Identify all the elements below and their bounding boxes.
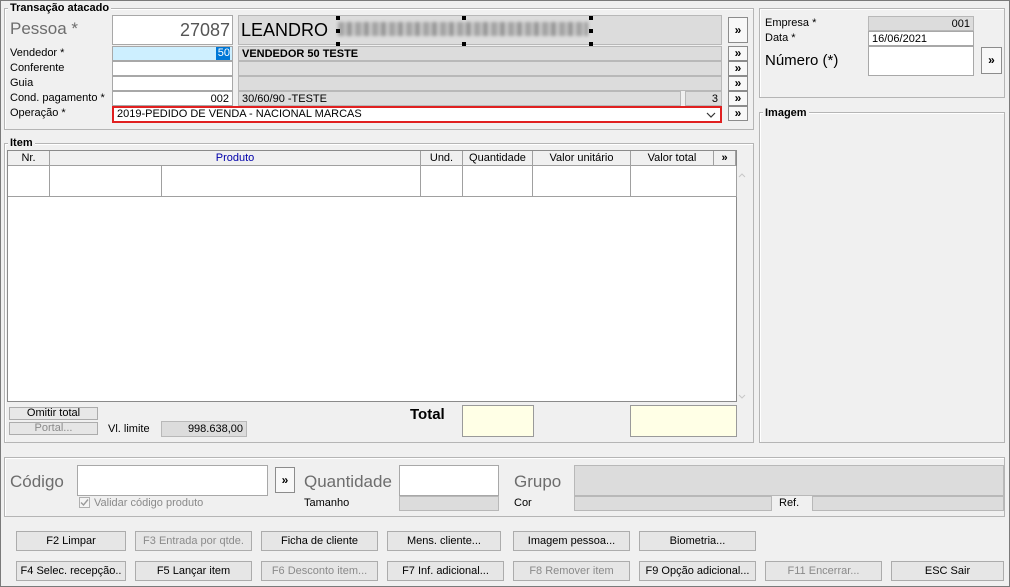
operacao-select[interactable]: 2019-PEDIDO DE VENDA - NACIONAL MARCAS (112, 106, 722, 123)
biometria-button[interactable]: Biometria... (639, 531, 756, 551)
chevron-down-icon[interactable] (737, 392, 747, 402)
validar-checkbox[interactable] (79, 497, 90, 508)
cor-field (574, 496, 772, 511)
pessoa-label-text: Pessoa * (10, 19, 79, 38)
omitir-total-button[interactable]: Omitir total (9, 407, 98, 420)
cond-pagamento-name-value: 30/60/90 -TESTE (238, 91, 681, 106)
numero-input[interactable] (868, 46, 974, 76)
vl-limite-label: Vl. limite (108, 423, 150, 435)
imagem-pessoa-button[interactable]: Imagem pessoa... (513, 531, 630, 551)
col-header-produto[interactable]: Produto (50, 151, 421, 166)
selection-handle (589, 16, 593, 20)
cor-label: Cor (514, 497, 532, 509)
grupo-label: Grupo (514, 472, 562, 491)
pessoa-label: Pessoa * (10, 19, 78, 39)
ref-label: Ref. (779, 497, 800, 509)
pessoa-more-button[interactable]: » (728, 17, 748, 43)
selection-handle (336, 16, 340, 20)
col-header-valor-unitario[interactable]: Valor unitário (533, 151, 631, 166)
f3-entrada-qtde-button[interactable]: F3 Entrada por qtde. (135, 531, 252, 551)
table-cell[interactable] (631, 166, 737, 197)
selection-handle (589, 29, 593, 33)
chevron-up-icon[interactable] (737, 170, 747, 180)
grid-scrollbar[interactable] (737, 168, 747, 400)
table-cell[interactable] (533, 166, 631, 197)
mens-cliente-button[interactable]: Mens. cliente... (387, 531, 501, 551)
redacted-surname (338, 22, 588, 36)
col-header-nr[interactable]: Nr. (8, 151, 50, 166)
table-cell[interactable] (162, 166, 421, 197)
f2-limpar-button[interactable]: F2 Limpar (16, 531, 126, 551)
operacao-label: Operação * (10, 107, 66, 119)
guia-more-button[interactable]: » (728, 76, 748, 91)
f4-selec-recepcao-button[interactable]: F4 Selec. recepção.. (16, 561, 126, 581)
ref-field (812, 496, 1004, 511)
vl-limite-value: 998.638,00 (161, 421, 247, 437)
pessoa-name-value: LEANDRO (241, 20, 329, 40)
item-title: Item (8, 137, 35, 149)
ficha-cliente-button[interactable]: Ficha de cliente (261, 531, 378, 551)
transacao-title: Transação atacado (8, 2, 112, 14)
f9-opcao-adicional-button[interactable]: F9 Opção adicional... (639, 561, 756, 581)
guia-name-field (238, 76, 722, 91)
table-row[interactable] (8, 166, 50, 197)
pessoa-code-value: 27087 (179, 20, 230, 40)
table-cell[interactable] (421, 166, 463, 197)
codigo-more-button[interactable]: » (275, 467, 295, 493)
grupo-field (574, 465, 1004, 496)
chevron-down-icon[interactable] (704, 108, 718, 121)
guia-code-input[interactable] (112, 76, 233, 91)
tamanho-label: Tamanho (304, 497, 350, 509)
conferente-label: Conferente (10, 62, 65, 74)
col-header-valor-total[interactable]: Valor total (631, 151, 714, 166)
cond-pagamento-more-button[interactable]: » (728, 91, 748, 106)
conferente-name-field (238, 61, 722, 76)
vendedor-name-value: VENDEDOR 50 TESTE (238, 46, 722, 61)
data-input[interactable]: 16/06/2021 (868, 31, 974, 46)
operacao-more-button[interactable]: » (728, 106, 748, 121)
codigo-label: Código (10, 472, 64, 491)
esc-sair-button[interactable]: ESC Sair (891, 561, 1004, 581)
selection-handle (336, 29, 340, 33)
total-label: Total (410, 406, 445, 423)
cond-pagamento-parcelas: 3 (685, 91, 722, 106)
numero-more-button[interactable]: » (981, 47, 1002, 74)
f6-desconto-item-button[interactable]: F6 Desconto item... (261, 561, 378, 581)
selection-handle (462, 16, 466, 20)
tamanho-field (399, 496, 499, 511)
f11-encerrar-button[interactable]: F11 Encerrar... (765, 561, 882, 581)
table-cell[interactable] (463, 166, 533, 197)
quantidade-label: Quantidade (304, 472, 392, 491)
col-header-quantidade[interactable]: Quantidade (463, 151, 533, 166)
total-quantidade-field (462, 405, 534, 437)
codigo-input[interactable] (77, 465, 268, 496)
columns-more-button[interactable]: » (714, 151, 736, 166)
total-valor-field (630, 405, 737, 437)
col-header-und[interactable]: Und. (421, 151, 463, 166)
quantidade-input[interactable] (399, 465, 499, 496)
empresa-value: 001 (868, 16, 974, 31)
vendedor-more-button[interactable]: » (728, 46, 748, 61)
vendedor-code-input[interactable] (112, 46, 233, 61)
f8-remover-item-button[interactable]: F8 Remover item (513, 561, 630, 581)
numero-label: Número (*) (765, 52, 839, 69)
guia-label: Guia (10, 77, 34, 89)
portal-button[interactable]: Portal... (9, 422, 98, 435)
conferente-more-button[interactable]: » (728, 61, 748, 76)
vendedor-code-value: 50 (216, 47, 230, 60)
table-cell[interactable] (50, 166, 162, 197)
empresa-label: Empresa * (765, 17, 817, 29)
imagem-title: Imagem (763, 107, 809, 119)
data-label: Data * (765, 32, 796, 44)
cond-pagamento-label: Cond. pagamento * (10, 92, 105, 104)
f7-inf-adicional-button[interactable]: F7 Inf. adicional... (387, 561, 504, 581)
validar-label: Validar código produto (94, 497, 204, 509)
conferente-code-input[interactable] (112, 61, 233, 76)
cond-pagamento-code-input[interactable]: 002 (112, 91, 233, 106)
vendedor-label: Vendedor * (10, 47, 65, 59)
f5-lancar-item-button[interactable]: F5 Lançar item (135, 561, 252, 581)
imagem-group (759, 112, 1005, 443)
checkmark-icon (80, 499, 89, 507)
